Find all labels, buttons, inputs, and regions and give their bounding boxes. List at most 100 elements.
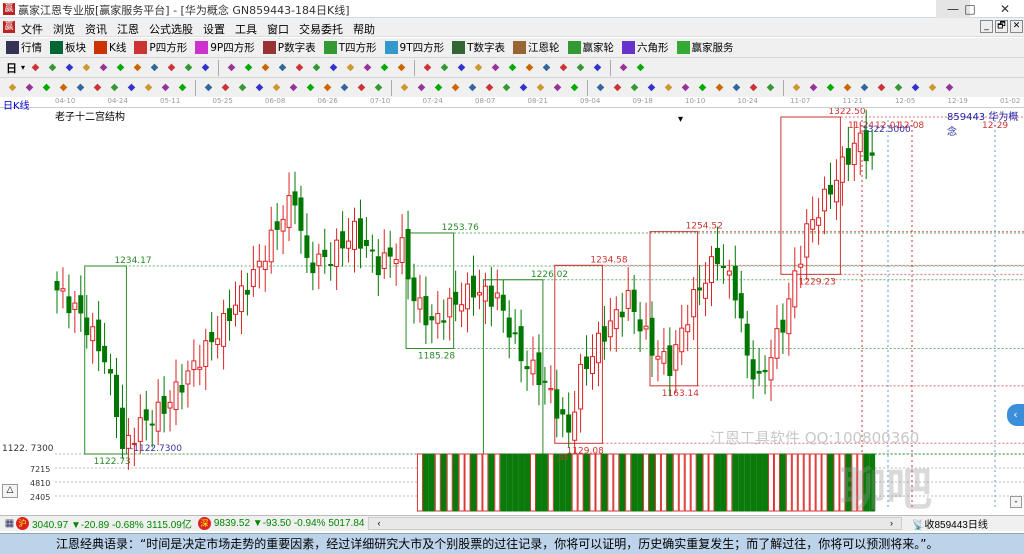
- app-menu-icon[interactable]: 赢: [3, 21, 15, 33]
- tool-icon[interactable]: ◆: [551, 81, 564, 94]
- tool-icon[interactable]: ◆: [517, 81, 530, 94]
- tool-icon[interactable]: ◆: [182, 61, 195, 74]
- tool-icon[interactable]: ◆: [534, 81, 547, 94]
- tool-icon[interactable]: ◆: [483, 81, 496, 94]
- toolbar-pn-table-button[interactable]: P数字表: [262, 40, 316, 55]
- tool-icon[interactable]: ◆: [489, 61, 502, 74]
- tool-icon[interactable]: ◆: [57, 81, 70, 94]
- tool-icon[interactable]: ◆: [80, 61, 93, 74]
- toolbar-hexagon-button[interactable]: 六角形: [622, 40, 669, 55]
- tool-icon[interactable]: ◆: [40, 81, 53, 94]
- tool-icon[interactable]: ◆: [327, 61, 340, 74]
- tool-icon[interactable]: ◆: [591, 61, 604, 74]
- tool-icon[interactable]: ◆: [125, 81, 138, 94]
- tool-icon[interactable]: ◆: [909, 81, 922, 94]
- tool-icon[interactable]: ◆: [304, 81, 317, 94]
- tool-icon[interactable]: ◆: [259, 61, 272, 74]
- tool-icon[interactable]: ◆: [165, 61, 178, 74]
- maximize-button[interactable]: □: [953, 0, 987, 18]
- tool-icon[interactable]: ◆: [108, 81, 121, 94]
- horizontal-scrollbar[interactable]: ‹ ›: [368, 517, 902, 530]
- tool-icon[interactable]: ◆: [321, 81, 334, 94]
- mdi-close-button[interactable]: ✕: [1010, 20, 1023, 33]
- tool-icon[interactable]: ◆: [338, 81, 351, 94]
- toolbar-9t-square-button[interactable]: 9T四方形: [384, 40, 444, 55]
- tool-icon[interactable]: ◆: [432, 81, 445, 94]
- tool-icon[interactable]: ◆: [747, 81, 760, 94]
- tool-icon[interactable]: ◆: [219, 81, 232, 94]
- toolbar-candles-button[interactable]: K线: [94, 40, 126, 55]
- tool-icon[interactable]: ◆: [696, 81, 709, 94]
- side-panel-toggle[interactable]: ‹: [1007, 404, 1024, 426]
- collapse-button[interactable]: -: [1010, 496, 1022, 508]
- tool-icon[interactable]: ◆: [415, 81, 428, 94]
- tool-icon[interactable]: ◆: [790, 81, 803, 94]
- tool-icon[interactable]: ◆: [568, 81, 581, 94]
- tool-icon[interactable]: ◆: [97, 61, 110, 74]
- tool-icon[interactable]: ◆: [875, 81, 888, 94]
- tool-icon[interactable]: ◆: [617, 61, 630, 74]
- tool-icon[interactable]: ◆: [63, 61, 76, 74]
- menu-item[interactable]: 窗口: [262, 18, 294, 37]
- tool-icon[interactable]: ◆: [159, 81, 172, 94]
- tool-icon[interactable]: ◆: [287, 81, 300, 94]
- tool-icon[interactable]: ◆: [824, 81, 837, 94]
- tool-icon[interactable]: ◆: [293, 61, 306, 74]
- tool-icon[interactable]: ◆: [841, 81, 854, 94]
- toolbar-9p-square-button[interactable]: 9P四方形: [195, 40, 255, 55]
- tool-icon[interactable]: ◆: [455, 61, 468, 74]
- tool-icon[interactable]: ◆: [270, 81, 283, 94]
- sh-index[interactable]: 3040.97 ▼-20.89 -0.68% 3115.09亿: [32, 516, 192, 531]
- tool-icon[interactable]: ◆: [449, 81, 462, 94]
- tool-icon[interactable]: ◆: [679, 81, 692, 94]
- tool-icon[interactable]: ◆: [23, 81, 36, 94]
- tool-icon[interactable]: ◆: [253, 81, 266, 94]
- tool-icon[interactable]: ◆: [557, 61, 570, 74]
- tool-icon[interactable]: ◆: [225, 61, 238, 74]
- chevron-down-icon[interactable]: ▾: [21, 63, 25, 72]
- tool-icon[interactable]: ◆: [199, 61, 212, 74]
- tool-icon[interactable]: ◆: [74, 81, 87, 94]
- grid-icon[interactable]: ▦: [3, 517, 16, 530]
- menu-item[interactable]: 交易委托: [294, 18, 348, 37]
- tool-icon[interactable]: ◆: [46, 61, 59, 74]
- tool-icon[interactable]: ◆: [628, 81, 641, 94]
- tool-icon[interactable]: ◆: [713, 81, 726, 94]
- tool-icon[interactable]: ◆: [466, 81, 479, 94]
- tool-icon[interactable]: ◆: [472, 61, 485, 74]
- menu-item[interactable]: 设置: [198, 18, 230, 37]
- tool-icon[interactable]: ◆: [372, 81, 385, 94]
- tool-icon[interactable]: ◆: [310, 61, 323, 74]
- menu-item[interactable]: 浏览: [48, 18, 80, 37]
- menu-item[interactable]: 公式选股: [144, 18, 198, 37]
- tool-icon[interactable]: ◆: [943, 81, 956, 94]
- tool-icon[interactable]: ◆: [662, 81, 675, 94]
- tool-icon[interactable]: ◆: [645, 81, 658, 94]
- sz-index[interactable]: 9839.52 ▼-93.50 -0.94% 5017.84: [214, 518, 365, 529]
- menu-item[interactable]: 文件: [16, 18, 48, 37]
- toolbar-gann-wheel-button[interactable]: 江恩轮: [513, 40, 560, 55]
- tool-icon[interactable]: ◆: [202, 81, 215, 94]
- tool-icon[interactable]: ◆: [574, 61, 587, 74]
- menu-item[interactable]: 帮助: [348, 18, 380, 37]
- tool-icon[interactable]: ◆: [236, 81, 249, 94]
- mdi-minimize-button[interactable]: _: [980, 20, 993, 33]
- tool-icon[interactable]: ◆: [398, 81, 411, 94]
- tool-icon[interactable]: ◆: [242, 61, 255, 74]
- toolbar-grid-button[interactable]: 行情: [6, 40, 42, 55]
- tool-icon[interactable]: ◆: [29, 61, 42, 74]
- tool-icon[interactable]: ◆: [540, 61, 553, 74]
- period-select[interactable]: 日: [6, 60, 17, 76]
- tool-icon[interactable]: ◆: [611, 81, 624, 94]
- tool-icon[interactable]: ◆: [926, 81, 939, 94]
- tool-icon[interactable]: ◆: [438, 61, 451, 74]
- tool-icon[interactable]: ◆: [594, 81, 607, 94]
- tool-icon[interactable]: ◆: [131, 61, 144, 74]
- toolbar-p-square-button[interactable]: P四方形: [134, 40, 187, 55]
- tool-icon[interactable]: ◆: [344, 61, 357, 74]
- tool-icon[interactable]: ◆: [506, 61, 519, 74]
- mdi-restore-button[interactable]: 🗗: [995, 20, 1008, 33]
- tool-icon[interactable]: ◆: [634, 61, 647, 74]
- kline-chart[interactable]: 7215 4810 2405 1234.17 1122.73 1253.76 1185.28…: [0, 107, 1024, 516]
- tool-icon[interactable]: ◆: [276, 61, 289, 74]
